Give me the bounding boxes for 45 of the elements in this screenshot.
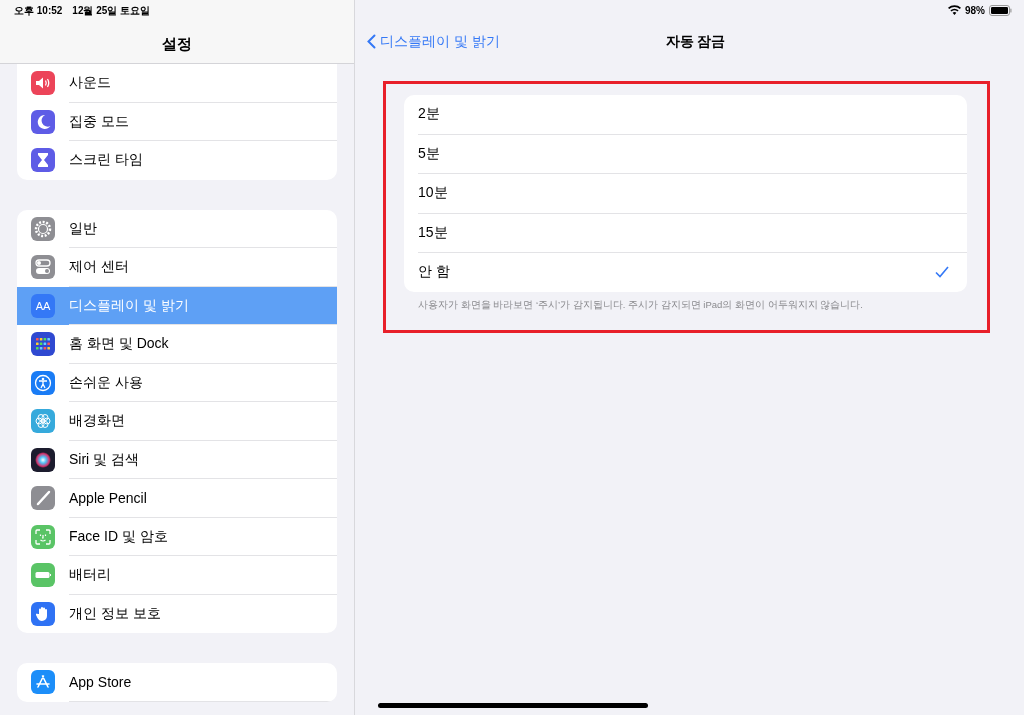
toggle-icon: [31, 255, 55, 280]
sidebar-item[interactable]: 손쉬운 사용: [17, 363, 337, 402]
status-date: 12월 25일 토요일: [72, 4, 151, 18]
option-row[interactable]: 10분: [418, 174, 967, 214]
option-row[interactable]: 15분: [418, 213, 967, 253]
sidebar-item[interactable]: 홈 화면 및 Dock: [17, 325, 337, 364]
sidebar-item[interactable]: Face ID 및 암호: [17, 517, 337, 556]
sidebar-item[interactable]: 집중 모드: [17, 102, 337, 141]
sidebar-item[interactable]: 스크린 타임: [17, 141, 337, 180]
option-row[interactable]: 5분: [418, 134, 967, 174]
battery-percent: 98%: [965, 4, 985, 16]
option-row[interactable]: 안 함: [418, 253, 967, 292]
gear-icon: [31, 216, 55, 241]
text-size-icon: AA: [31, 293, 55, 318]
sidebar-title: 설정: [162, 35, 192, 54]
moon-icon: [31, 109, 55, 134]
sidebar-item[interactable]: 사운드: [17, 64, 337, 103]
sidebar-item[interactable]: 배터리: [17, 556, 337, 595]
sidebar-item[interactable]: 제어 센터: [17, 248, 337, 287]
pencil-icon: [31, 486, 55, 511]
accessibility-icon: [31, 370, 55, 395]
hand-icon: [31, 601, 55, 626]
back-button[interactable]: 디스플레이 및 밝기: [367, 32, 500, 51]
sidebar-item[interactable]: AA 디스플레이 및 밝기: [17, 286, 337, 325]
option-row[interactable]: 2분: [418, 95, 967, 135]
orb-icon: [31, 447, 55, 472]
sidebar-item[interactable]: 일반: [17, 209, 337, 248]
page-title: 자동 잠금: [665, 32, 726, 51]
sidebar-item[interactable]: Siri 및 검색: [17, 440, 337, 479]
sidebar-item[interactable]: App Store: [17, 663, 337, 702]
grid-icon: [31, 332, 55, 357]
speaker-icon: [31, 71, 55, 96]
sidebar-item[interactable]: 배경화면: [17, 402, 337, 441]
hourglass-icon: [31, 148, 55, 173]
face-scan-icon: [31, 524, 55, 549]
apps-icon: [31, 670, 55, 695]
flower-icon: [31, 409, 55, 434]
battery-icon: [31, 563, 55, 588]
sidebar-item[interactable]: Apple Pencil: [17, 479, 337, 518]
status-time: 오후 10:52: [14, 4, 63, 18]
battery-icon: [989, 4, 1012, 16]
wifi-icon: [948, 5, 961, 15]
sidebar-item[interactable]: 개인 정보 보호: [17, 594, 337, 633]
chevron-left-icon: [367, 34, 376, 49]
footnote: 사용자가 화면을 바라보면 ‘주시’가 감지됩니다. 주시가 감지되면 iPad의 화면이 어두워지지 않습니다.: [418, 298, 864, 312]
